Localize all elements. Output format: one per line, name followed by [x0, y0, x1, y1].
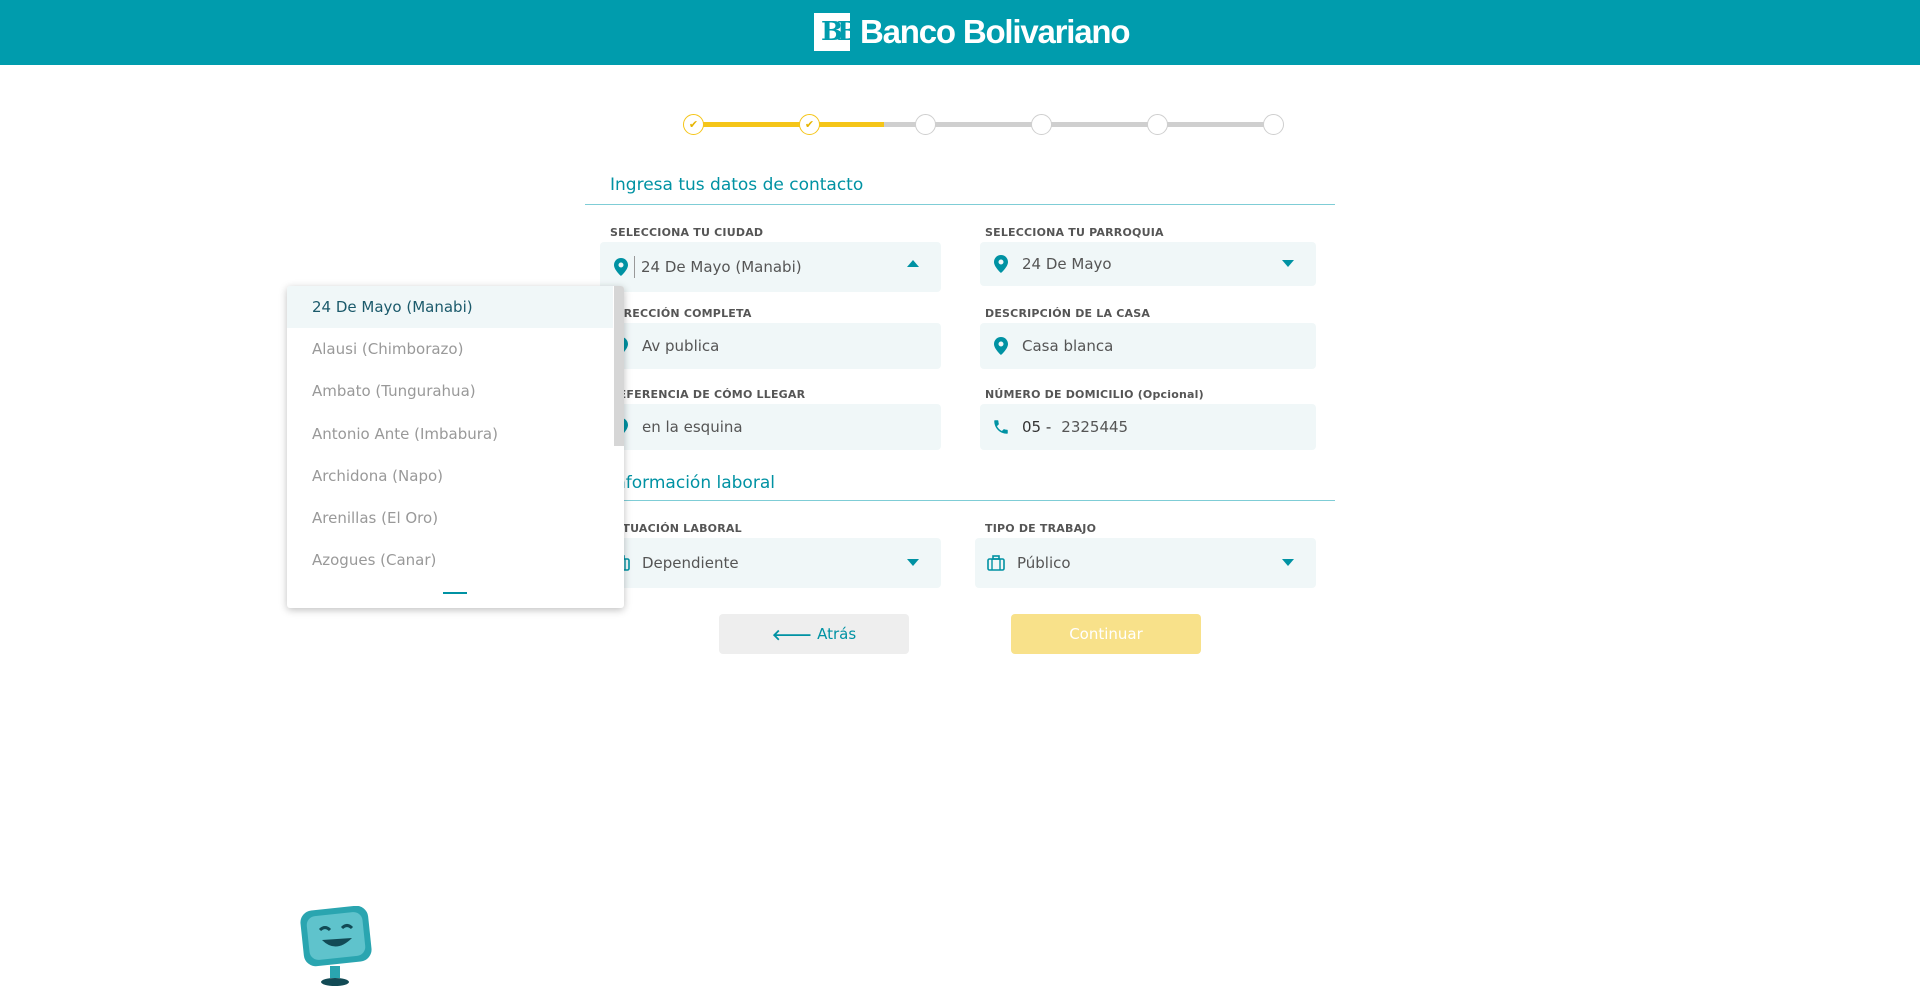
location-pin-icon — [992, 254, 1010, 274]
city-label: SELECCIONA TU CIUDAD — [610, 226, 764, 239]
bank-logo: BB Banco Bolivariano — [814, 13, 1131, 51]
parish-label: SELECCIONA TU PARROQUIA — [985, 226, 1164, 239]
chatbot-icon[interactable] — [298, 905, 378, 988]
progress-stepper: ✔ ✔ — [683, 111, 1288, 137]
top-header: BB Banco Bolivariano — [0, 0, 1920, 65]
phone-label: NÚMERO DE DOMICILIO (Opcional) — [985, 388, 1204, 401]
work-type-label: TIPO DE TRABAJO — [985, 522, 1097, 535]
step-6 — [1263, 114, 1284, 135]
step-4 — [1031, 114, 1052, 135]
city-option[interactable]: Arenillas (El Oro) — [287, 497, 613, 539]
caret-up-icon — [907, 260, 919, 267]
phone-value: 2325445 — [1061, 418, 1129, 436]
work-status-label: SITUACIÓN LABORAL — [610, 522, 742, 535]
city-value: 24 De Mayo (Manabi) — [641, 258, 802, 276]
bank-logo-mark: BB — [814, 13, 859, 51]
city-option[interactable]: Archidona (Napo) — [287, 455, 613, 497]
caret-down-icon — [907, 559, 919, 566]
reference-label: REFERENCIA DE CÓMO LLEGAR — [610, 388, 806, 401]
phone-prefix: 05 - — [1022, 418, 1052, 436]
work-status-select[interactable]: Dependiente — [600, 538, 941, 588]
house-description-value: Casa blanca — [1022, 337, 1114, 355]
load-more-indicator — [443, 592, 467, 594]
text-cursor — [634, 256, 635, 278]
parish-select[interactable]: 24 De Mayo — [980, 242, 1316, 286]
bank-name: Banco Bolivariano — [860, 13, 1131, 50]
contact-section-title: Ingresa tus datos de contacto — [610, 175, 864, 195]
phone-input[interactable]: 05 - 2325445 — [980, 404, 1316, 450]
city-option[interactable]: 24 De Mayo (Manabi) — [287, 286, 613, 328]
step-3 — [915, 114, 936, 135]
city-option[interactable]: Antonio Ante (Imbabura) — [287, 413, 613, 455]
city-dropdown-list[interactable]: 24 De Mayo (Manabi) Alausi (Chimborazo) … — [287, 286, 624, 608]
city-select[interactable]: 24 De Mayo (Manabi) — [600, 242, 941, 292]
caret-down-icon — [1282, 260, 1294, 267]
house-description-input[interactable]: Casa blanca — [980, 323, 1316, 369]
briefcase-icon — [987, 553, 1005, 573]
city-option[interactable]: Alausi (Chimborazo) — [287, 328, 613, 370]
house-description-label: DESCRIPCIÓN DE LA CASA — [985, 307, 1151, 320]
back-button-label: Atrás — [817, 625, 857, 643]
parish-value: 24 De Mayo — [1022, 255, 1112, 273]
city-option[interactable]: Ambato (Tungurahua) — [287, 370, 613, 412]
city-option[interactable]: Azogues (Canar) — [287, 539, 613, 581]
location-pin-icon — [612, 257, 630, 277]
stepper-progress-fill — [693, 122, 885, 127]
work-type-select[interactable]: Público — [975, 538, 1316, 588]
address-input[interactable]: Av publica — [600, 323, 941, 369]
step-2-completed: ✔ — [799, 114, 820, 135]
address-label: DIRECCIÓN COMPLETA — [610, 307, 752, 320]
address-value: Av publica — [642, 337, 720, 355]
work-section-divider — [585, 500, 1335, 501]
back-button[interactable]: 🡐 Atrás — [719, 614, 909, 654]
arrow-left-icon: 🡐 — [771, 625, 813, 644]
step-1-completed: ✔ — [683, 114, 704, 135]
work-status-value: Dependiente — [642, 554, 739, 572]
reference-value: en la esquina — [642, 418, 743, 436]
caret-down-icon — [1282, 559, 1294, 566]
step-5 — [1147, 114, 1168, 135]
dropdown-scrollbar[interactable] — [614, 286, 624, 446]
phone-icon — [992, 417, 1010, 437]
work-type-value: Público — [1017, 554, 1071, 572]
location-pin-icon — [992, 336, 1010, 356]
continue-button[interactable]: Continuar — [1011, 614, 1201, 654]
reference-input[interactable]: en la esquina — [600, 404, 941, 450]
continue-button-label: Continuar — [1069, 625, 1143, 643]
contact-section-divider — [585, 204, 1335, 205]
work-section-title: Información laboral — [610, 473, 775, 493]
